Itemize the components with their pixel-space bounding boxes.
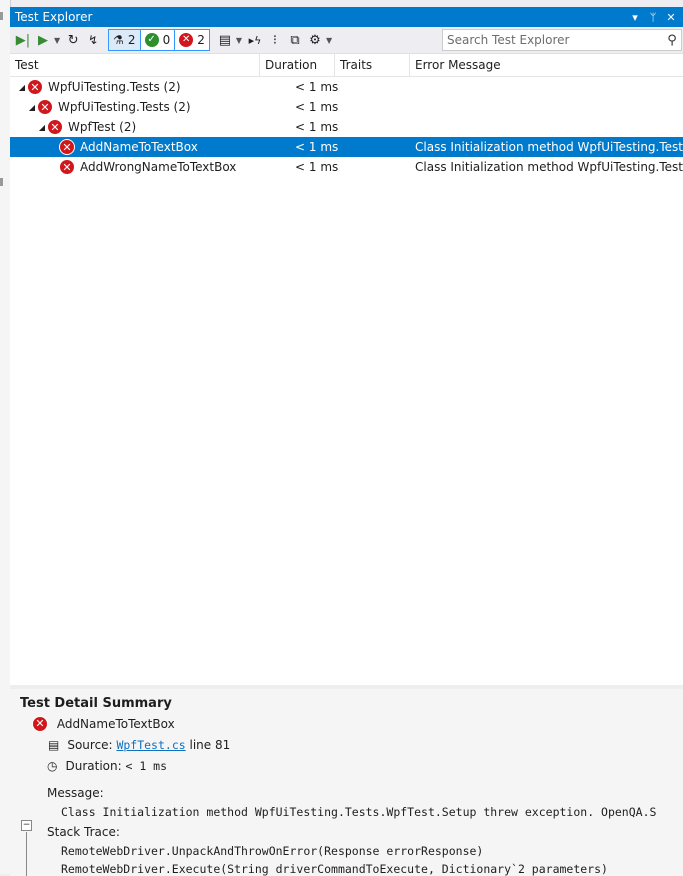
failed-icon: ✕ <box>47 119 63 135</box>
search-input[interactable] <box>443 32 663 48</box>
duration-label: Duration: <box>65 758 122 773</box>
tree-row-label: AddNameToTextBox <box>80 140 198 154</box>
filter-failed[interactable]: ✕ 2 <box>175 30 209 50</box>
detail-test-name-row: ✕ AddNameToTextBox <box>32 713 683 734</box>
cancel-button[interactable]: ↯ <box>84 30 102 50</box>
detail-duration-row: ◷ Duration: < 1 ms <box>47 755 683 776</box>
tree-row-namespace[interactable]: ◢ ✕ WpfUiTesting.Tests (2) < 1 ms <box>10 77 683 97</box>
source-file-link[interactable]: WpfTest.cs <box>116 738 185 752</box>
repeat-last-run-button[interactable]: ↻ <box>64 30 82 50</box>
detail-source-row: ▤ Source: WpfTest.cs line 81 <box>48 734 683 755</box>
tree-row-class[interactable]: ◢ ✕ WpfTest (2) < 1 ms <box>10 117 683 137</box>
tree-row-label: WpfUiTesting.Tests <box>48 80 160 94</box>
tree-row-label: WpfUiTesting.Tests <box>58 100 170 114</box>
message-text: Class Initialization method WpfUiTesting… <box>61 805 657 819</box>
flask-icon: ⚗ <box>113 33 124 47</box>
filter-failed-count: 2 <box>197 33 205 47</box>
tree-row-label: WpfTest <box>68 120 116 134</box>
close-icon[interactable]: ✕ <box>665 11 677 24</box>
tree-row-test[interactable]: ✕ AddNameToTextBox < 1 ms Class Initiali… <box>10 137 683 157</box>
tree-row-duration: < 1 ms <box>295 120 339 134</box>
run-dropdown-icon[interactable]: ▼ <box>54 36 60 45</box>
window-menu-icon[interactable]: ▾ <box>629 11 641 24</box>
filter-total-count: 2 <box>127 33 136 47</box>
run-button[interactable]: ▶ <box>34 30 52 50</box>
source-label: Source: <box>67 737 113 752</box>
run-icon: ▶ <box>38 32 48 48</box>
stack-line[interactable]: RemoteWebDriver.UnpackAndThrowOnError(Re… <box>61 842 683 860</box>
column-error-message[interactable]: Error Message <box>410 54 683 76</box>
test-explorer-panel: Test Explorer ▾ ᛘ ✕ ▶| ▶ ▼ ↻ ↯ ⚗ 2 ✓ 0 ✕… <box>10 7 683 876</box>
gear-icon: ⚙ <box>309 32 321 48</box>
passed-icon: ✓ <box>144 33 159 47</box>
tree-row-test[interactable]: ✕ AddWrongNameToTextBox < 1 ms Class Ini… <box>10 157 683 177</box>
copy-button[interactable]: ⧉ <box>286 30 304 50</box>
edge-marker <box>0 12 3 20</box>
tree-row-count: (2) <box>119 120 137 134</box>
settings-dropdown-icon[interactable]: ▼ <box>326 36 332 45</box>
test-tree: ◢ ✕ WpfUiTesting.Tests (2) < 1 ms ◢ ✕ Wp… <box>10 77 683 685</box>
panel-titlebar: Test Explorer ▾ ᛘ ✕ <box>10 7 683 27</box>
search-icon[interactable]: ⚲ <box>663 33 681 48</box>
column-duration[interactable]: Duration <box>260 54 335 76</box>
column-traits[interactable]: Traits <box>335 54 410 76</box>
test-detail-summary: Test Detail Summary ✕ AddNameToTextBox ▤… <box>10 689 683 876</box>
detail-heading: Test Detail Summary <box>20 695 172 711</box>
failed-icon: ✕ <box>59 159 75 175</box>
tree-row-count: (2) <box>163 80 181 94</box>
tree-row-error: Class Initialization method WpfUiTesting… <box>415 140 683 154</box>
refresh-icon: ↻ <box>67 32 79 48</box>
playlist-icon: ▤ <box>218 32 231 48</box>
expand-icon[interactable]: ◢ <box>37 123 47 132</box>
source-line: line 81 <box>189 737 231 752</box>
failed-icon: ✕ <box>59 139 75 155</box>
playlist-button[interactable]: ▤ <box>216 30 234 50</box>
toolbar: ▶| ▶ ▼ ↻ ↯ ⚗ 2 ✓ 0 ✕ 2 ▤ ▼ ▸ϟ ⁝ ⧉ ⚙ ▼ Se… <box>10 27 683 54</box>
stack-trace-label: Stack Trace: <box>47 824 120 839</box>
filter-passed-count: 0 <box>162 33 171 47</box>
tree-row-count: (2) <box>173 100 191 114</box>
run-all-button[interactable]: ▶| <box>14 30 32 50</box>
duration-value: < 1 ms <box>125 758 168 773</box>
settings-button[interactable]: ⚙ <box>306 30 324 50</box>
playlist-dropdown-icon[interactable]: ▼ <box>236 36 242 45</box>
failed-icon: ✕ <box>37 99 53 115</box>
stack-trace-guide-line <box>26 832 27 876</box>
document-icon: ▤ <box>48 737 60 752</box>
failed-icon: ✕ <box>179 33 194 47</box>
clock-icon: ◷ <box>47 758 58 773</box>
tree-row-duration: < 1 ms <box>295 100 339 114</box>
copy-icon: ⧉ <box>290 32 300 48</box>
failed-icon: ✕ <box>32 715 48 732</box>
tree-row-duration: < 1 ms <box>295 160 339 174</box>
tree-row-class-group[interactable]: ◢ ✕ WpfUiTesting.Tests (2) < 1 ms <box>10 97 683 117</box>
tree-row-duration: < 1 ms <box>295 80 339 94</box>
expand-icon[interactable]: ◢ <box>27 103 37 112</box>
tree-row-label: AddWrongNameToTextBox <box>80 160 237 174</box>
collapse-icon[interactable]: − <box>21 820 32 831</box>
outcome-filter-group: ⚗ 2 ✓ 0 ✕ 2 <box>108 29 210 51</box>
message-label: Message: <box>47 785 104 800</box>
detail-test-name: AddNameToTextBox <box>56 716 175 731</box>
tree-row-error: Class Initialization method WpfUiTesting… <box>415 160 683 174</box>
edge-marker <box>0 178 3 186</box>
expand-icon[interactable]: ◢ <box>17 83 27 92</box>
search-box: ⚲ <box>442 29 682 51</box>
filter-passed[interactable]: ✓ 0 <box>140 30 176 50</box>
column-header: Test Duration Traits Error Message <box>10 54 683 77</box>
column-test[interactable]: Test <box>10 54 260 76</box>
failed-icon: ✕ <box>27 79 43 95</box>
run-all-icon: ▶| <box>15 32 31 48</box>
run-after-build-button[interactable]: ▸ϟ <box>246 30 264 50</box>
tree-row-duration: < 1 ms <box>295 140 339 154</box>
group-by-button[interactable]: ⁝ <box>266 30 284 50</box>
filter-total[interactable]: ⚗ 2 <box>109 30 141 50</box>
cancel-icon: ↯ <box>88 33 99 47</box>
group-by-icon: ⁝ <box>272 32 278 48</box>
lightning-icon: ▸ϟ <box>248 33 262 47</box>
pin-icon[interactable]: ᛘ <box>647 11 659 24</box>
panel-title: Test Explorer <box>15 10 93 24</box>
